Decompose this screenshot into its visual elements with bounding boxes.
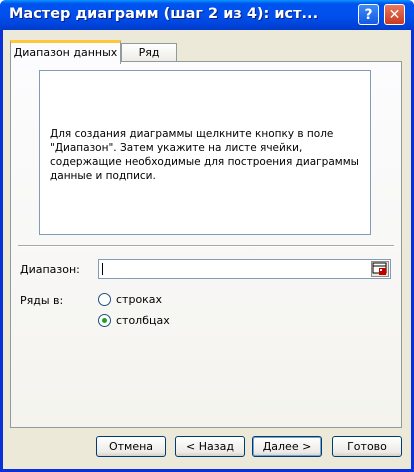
- close-button[interactable]: ✕: [384, 4, 405, 25]
- radio-columns-label: столбцах: [116, 314, 170, 327]
- back-button[interactable]: < Назад: [175, 436, 245, 457]
- close-icon: ✕: [388, 6, 401, 23]
- tab-panel: Для создания диаграммы щелкните кнопку в…: [10, 61, 402, 428]
- range-picker-button[interactable]: [371, 261, 389, 277]
- finish-button[interactable]: Готово: [332, 436, 402, 457]
- help-button[interactable]: ?: [358, 4, 379, 25]
- text-caret: [102, 263, 103, 275]
- radio-rows[interactable]: строках: [98, 293, 162, 306]
- cancel-button[interactable]: Отмена: [96, 436, 166, 457]
- series-in-label: Ряды в:: [20, 294, 64, 307]
- window-title: Мастер диаграмм (шаг 2 из 4): ист...: [9, 6, 319, 22]
- tab-bar: Диапазон данных Ряд: [10, 40, 402, 64]
- tab-series[interactable]: Ряд: [121, 43, 177, 62]
- back-button-label: < Назад: [186, 440, 234, 453]
- radio-selected-dot: [102, 318, 107, 323]
- radio-columns-circle[interactable]: [98, 314, 111, 327]
- preview-message: Для создания диаграммы щелкните кнопку в…: [50, 128, 359, 182]
- cancel-button-label: Отмена: [108, 440, 154, 453]
- title-bar[interactable]: Мастер диаграмм (шаг 2 из 4): ист... ? ✕: [0, 0, 414, 30]
- question-mark-icon: ?: [364, 6, 373, 23]
- next-button-label: Далее >: [262, 440, 312, 453]
- separator: [18, 245, 394, 247]
- radio-columns[interactable]: столбцах: [98, 314, 170, 327]
- radio-rows-label: строках: [116, 293, 163, 306]
- tab-series-label: Ряд: [138, 46, 160, 59]
- tab-data-range[interactable]: Диапазон данных: [10, 40, 121, 64]
- chart-preview-area: Для создания диаграммы щелкните кнопку в…: [39, 70, 371, 235]
- range-label-text: иапазон:: [28, 263, 80, 276]
- range-picker-icon: [372, 262, 387, 275]
- tab-data-range-label: Диапазон данных: [13, 46, 118, 59]
- range-label: Диапазон:: [20, 263, 80, 276]
- finish-button-label: Готово: [347, 440, 387, 453]
- range-input[interactable]: [98, 259, 391, 279]
- next-button[interactable]: Далее >: [252, 436, 322, 457]
- radio-rows-circle[interactable]: [98, 293, 111, 306]
